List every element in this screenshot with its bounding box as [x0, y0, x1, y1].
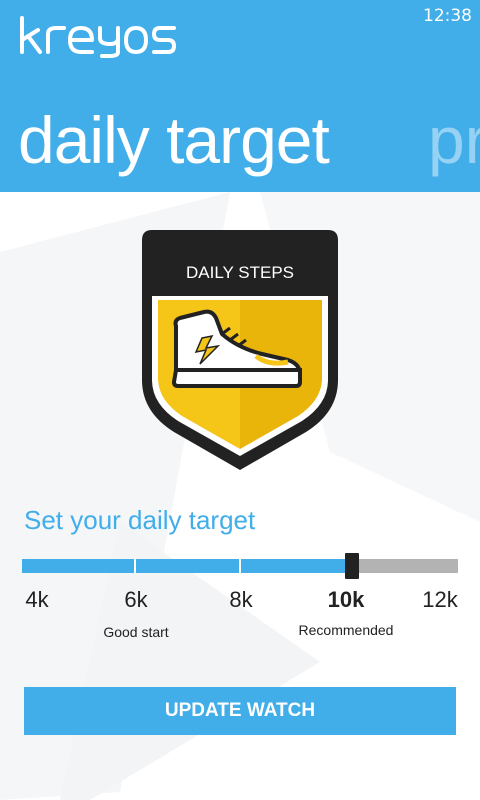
slider-thumb[interactable] [345, 553, 359, 579]
daily-target-slider[interactable] [22, 553, 458, 579]
kreyos-logo: kreyos [20, 16, 176, 58]
app-header: kreyos 12:38 daily target pr [0, 0, 480, 192]
tick-label-12k: 12k [422, 587, 458, 612]
tick-note-good-start: Good start [103, 624, 169, 640]
status-time: 12:38 [423, 6, 472, 26]
tick-note-recommended: Recommended [298, 622, 394, 638]
tick-label-4k: 4k [25, 587, 49, 612]
tick-label-10k: 10k [327, 587, 365, 612]
pivot-next-title[interactable]: pr [428, 100, 480, 180]
slider-track-filled [22, 559, 345, 573]
page-title: daily target [18, 103, 330, 177]
slider-track-remaining [359, 559, 458, 573]
target-section-label: Set your daily target [24, 505, 256, 535]
daily-steps-badge: DAILY STEPS [142, 230, 338, 470]
badge-label: DAILY STEPS [186, 263, 294, 282]
slider-segment-divider [134, 559, 136, 573]
tick-label-8k: 8k [229, 587, 253, 612]
tick-label-6k: 6k [124, 587, 148, 612]
main-content: DAILY STEPS Set your daily target 4k 6k … [0, 192, 480, 800]
slider-segment-divider [239, 559, 241, 573]
update-watch-button[interactable]: UPDATE WATCH [24, 687, 456, 735]
